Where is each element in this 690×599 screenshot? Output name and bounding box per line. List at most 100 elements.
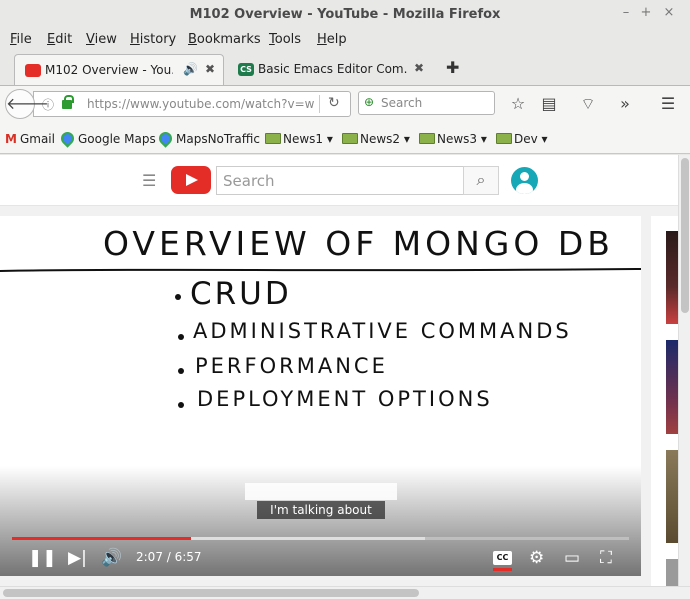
caption-text: I'm talking about — [257, 501, 385, 519]
back-button[interactable]: 🡐 — [5, 89, 49, 119]
folder-icon — [342, 133, 358, 144]
tab-emacs-editor[interactable]: CS Basic Emacs Editor Com... ✖ — [228, 54, 438, 86]
tab-label: M102 Overview - You... — [45, 63, 173, 77]
bullet-dot — [175, 294, 181, 300]
search-placeholder: Search — [381, 96, 423, 110]
related-video-thumbnail[interactable] — [666, 559, 678, 586]
menu-bookmarks[interactable]: Bookmarks — [188, 32, 261, 47]
bookmark-star-icon[interactable]: ☆ — [507, 94, 529, 113]
bookmark-gmail[interactable]: M Gmail — [5, 132, 55, 146]
bookmark-label: MapsNoTraffic — [176, 132, 260, 146]
search-bar[interactable]: ⊕ Search — [358, 91, 495, 115]
close-window-button[interactable]: × — [660, 5, 678, 20]
folder-icon — [496, 133, 512, 144]
time-display: 2:07 / 6:57 — [136, 550, 202, 564]
overflow-chevron-icon[interactable]: » — [614, 94, 636, 113]
related-video-thumbnail[interactable] — [666, 340, 678, 434]
bookmark-google-maps[interactable]: Google Maps — [58, 129, 156, 148]
whiteboard-bullet: CRUD — [190, 276, 292, 312]
reload-icon[interactable]: ↻ — [328, 95, 340, 111]
folder-icon — [265, 133, 281, 144]
tab-label: Basic Emacs Editor Com... — [258, 62, 408, 76]
related-video-thumbnail[interactable] — [666, 231, 678, 324]
window-title: M102 Overview - YouTube - Mozilla Firefo… — [189, 7, 501, 22]
whiteboard-bullet: DEPLOYMENT OPTIONS — [197, 387, 493, 411]
menu-help[interactable]: Help — [317, 32, 347, 47]
web-page: ☰ Search ⌕ OVERVIEW OF MONGO DB CRUD ADM… — [0, 155, 678, 586]
theater-mode-icon[interactable]: ▭ — [564, 548, 580, 568]
volume-icon[interactable]: 🔊 — [101, 548, 122, 568]
vertical-scrollbar[interactable] — [678, 155, 690, 586]
url-text[interactable]: https://www.youtube.com/watch?v=w — [87, 97, 314, 111]
tab-strip: M102 Overview - You... 🔊 ✖ CS Basic Emac… — [0, 52, 690, 86]
gmail-icon: M — [5, 132, 17, 146]
captions-icon[interactable]: CC — [493, 551, 512, 565]
pocket-icon[interactable]: ⌔ — [577, 94, 599, 114]
tab-close-icon[interactable]: ✖ — [205, 62, 215, 76]
whiteboard-underline — [0, 268, 641, 272]
bookmark-folder-news3[interactable]: News3 ▾ — [419, 132, 487, 146]
horizontal-scrollbar[interactable] — [0, 586, 690, 599]
tab-audio-icon[interactable]: 🔊 — [183, 62, 198, 76]
reading-list-icon[interactable]: ▤ — [538, 94, 560, 113]
progress-played — [12, 537, 191, 540]
search-icon: ⌕ — [476, 170, 486, 189]
pause-icon[interactable]: ❚❚ — [28, 548, 57, 568]
account-avatar[interactable] — [511, 167, 538, 194]
maximize-button[interactable]: + — [637, 5, 655, 20]
menu-file[interactable]: File — [10, 32, 32, 47]
tab-m102-overview[interactable]: M102 Overview - You... 🔊 ✖ — [14, 54, 224, 86]
new-tab-button[interactable]: ✚ — [446, 58, 459, 77]
url-divider — [319, 95, 320, 113]
menu-bar: File Edit View History Bookmarks Tools H… — [0, 30, 690, 52]
youtube-search-placeholder: Search — [223, 172, 275, 190]
bullet-dot — [178, 334, 184, 340]
bookmark-label: Gmail — [19, 132, 55, 146]
bookmark-label: News1 — [283, 132, 324, 146]
menu-edit[interactable]: Edit — [47, 32, 72, 47]
navigation-bar: ⓘ https://www.youtube.com/watch?v=w ↻ 🡐 … — [0, 86, 690, 126]
next-icon[interactable]: ▶| — [68, 548, 87, 568]
bookmark-label: News2 — [360, 132, 401, 146]
search-engine-icon[interactable]: ⊕ — [364, 95, 374, 109]
settings-gear-icon[interactable]: ⚙ — [529, 548, 544, 568]
bookmark-folder-news1[interactable]: News1 ▾ — [265, 132, 333, 146]
menu-view[interactable]: View — [86, 32, 117, 47]
maps-pin-icon — [156, 129, 175, 148]
cs-favicon-icon: CS — [238, 63, 254, 76]
hamburger-menu-icon[interactable]: ☰ — [657, 94, 679, 113]
caption-highlight — [245, 483, 397, 500]
captions-active-indicator — [493, 568, 512, 571]
maps-pin-icon — [58, 129, 77, 148]
youtube-search-button[interactable]: ⌕ — [463, 166, 499, 195]
scrollbar-thumb[interactable] — [681, 158, 689, 313]
bookmark-label: News3 — [437, 132, 478, 146]
whiteboard-title: OVERVIEW OF MONGO DB — [103, 224, 614, 263]
bullet-dot — [178, 402, 184, 408]
bookmark-folder-dev[interactable]: Dev ▾ — [496, 132, 548, 146]
guide-menu-icon[interactable]: ☰ — [142, 171, 156, 190]
bookmark-folder-news2[interactable]: News2 ▾ — [342, 132, 410, 146]
scrollbar-thumb[interactable] — [3, 589, 419, 597]
menu-history[interactable]: History — [130, 32, 176, 47]
youtube-favicon-icon — [25, 64, 41, 77]
fullscreen-icon[interactable]: ⛶ — [600, 548, 612, 568]
youtube-header: ☰ Search ⌕ — [0, 155, 678, 206]
bookmarks-toolbar: M Gmail Google Maps MapsNoTraffic News1 ▾… — [0, 126, 690, 154]
minimize-button[interactable]: – — [617, 5, 635, 20]
progress-bar[interactable] — [12, 537, 629, 540]
related-video-thumbnail[interactable] — [666, 450, 678, 543]
whiteboard-bullet: PERFORMANCE — [195, 354, 388, 378]
secure-lock-icon — [62, 95, 74, 109]
bookmark-label: Google Maps — [78, 132, 156, 146]
menu-tools[interactable]: Tools — [269, 32, 301, 47]
youtube-logo[interactable] — [171, 166, 211, 194]
back-arrow-icon: 🡐 — [6, 94, 49, 113]
url-bar[interactable]: ⓘ https://www.youtube.com/watch?v=w ↻ — [33, 91, 351, 117]
bookmark-label: Dev — [514, 132, 538, 146]
tab-close-icon[interactable]: ✖ — [414, 61, 424, 75]
youtube-search-input[interactable]: Search — [216, 166, 464, 195]
related-videos-sidebar — [651, 216, 678, 586]
bookmark-mapsnotraffic[interactable]: MapsNoTraffic — [156, 129, 260, 148]
video-player[interactable]: OVERVIEW OF MONGO DB CRUD ADMINISTRATIVE… — [0, 216, 641, 576]
